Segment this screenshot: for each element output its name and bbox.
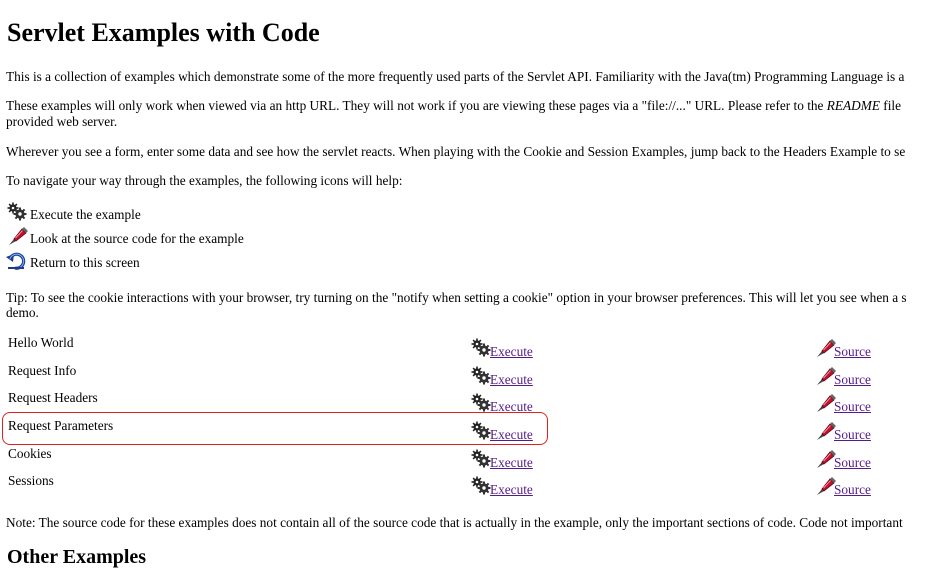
example-name: Hello World — [8, 335, 74, 350]
note-paragraph: Note: The source code for these examples… — [6, 515, 903, 530]
source-link[interactable]: Source — [834, 456, 871, 469]
form-paragraph: Wherever you see a form, enter some data… — [6, 144, 906, 159]
source-cell: Source — [814, 362, 941, 390]
legend-execute: Execute the example — [6, 202, 141, 222]
example-name: Cookies — [8, 445, 52, 461]
example-name: Sessions — [8, 473, 54, 489]
legend-execute-label: Execute the example — [30, 207, 141, 222]
example-name: Request Info — [8, 362, 77, 378]
execute-link[interactable]: Execute — [490, 456, 533, 469]
example-name-cell: Cookies — [6, 445, 470, 473]
example-name-cell: Hello World — [6, 334, 470, 362]
pen-icon[interactable] — [814, 366, 837, 386]
execute-link[interactable]: Execute — [490, 483, 533, 496]
readme-text: README — [826, 98, 880, 113]
execute-cell: Execute — [470, 362, 814, 390]
pen-icon[interactable] — [814, 449, 837, 469]
gear-icon — [6, 202, 28, 222]
gear-icon[interactable] — [470, 476, 492, 496]
http-paragraph: These examples will only work when viewe… — [6, 98, 901, 113]
other-examples-heading: Other Examples — [7, 546, 147, 568]
table-row: Hello World Execute Source — [6, 334, 941, 362]
http-paragraph-tail: file — [883, 98, 901, 113]
table-row: Request Info Execute Source — [6, 362, 941, 390]
execute-cell: Execute — [470, 334, 814, 362]
source-link[interactable]: Source — [834, 373, 871, 386]
highlight-box — [2, 412, 548, 445]
tip-paragraph: Tip: To see the cookie interactions with… — [6, 290, 907, 305]
http-paragraph-text: These examples will only work when viewe… — [6, 98, 824, 113]
legend-source-label: Look at the source code for the example — [30, 231, 244, 246]
return-icon — [4, 250, 28, 271]
pen-icon[interactable] — [814, 476, 837, 496]
legend-return-label: Return to this screen — [30, 255, 140, 270]
gear-icon[interactable] — [470, 366, 492, 386]
gear-icon[interactable] — [470, 393, 492, 413]
pen-icon[interactable] — [814, 421, 837, 441]
page-title: Servlet Examples with Code — [7, 18, 320, 47]
legend-source: Look at the source code for the example — [6, 226, 244, 246]
http-paragraph-line2: provided web server. — [6, 114, 118, 129]
source-cell: Source — [814, 445, 941, 473]
legend-return: Return to this screen — [4, 250, 140, 271]
execute-cell: Execute — [470, 445, 814, 473]
execute-link[interactable]: Execute — [490, 345, 533, 358]
source-link[interactable]: Source — [834, 428, 871, 441]
source-cell: Source — [814, 417, 941, 445]
example-name-cell: Request Info — [6, 362, 470, 390]
execute-link[interactable]: Execute — [490, 373, 533, 386]
pen-icon — [6, 226, 29, 246]
navigate-paragraph: To navigate your way through the example… — [6, 173, 403, 188]
example-name: Request Headers — [8, 390, 98, 406]
source-cell: Source — [814, 389, 941, 417]
table-row: Sessions Execute Source — [6, 472, 941, 500]
source-cell: Source — [814, 334, 941, 362]
pen-icon[interactable] — [814, 338, 837, 358]
source-link[interactable]: Source — [834, 400, 871, 413]
execute-cell: Execute — [470, 472, 814, 500]
example-name-cell: Sessions — [6, 472, 470, 500]
intro-paragraph: This is a collection of examples which d… — [6, 69, 905, 84]
gear-icon[interactable] — [470, 338, 492, 358]
table-row: Cookies Execute Source — [6, 445, 941, 473]
source-cell: Source — [814, 472, 941, 500]
source-link[interactable]: Source — [834, 483, 871, 496]
source-link[interactable]: Source — [834, 345, 871, 358]
gear-icon[interactable] — [470, 449, 492, 469]
tip-paragraph-line2: demo. — [6, 305, 39, 320]
pen-icon[interactable] — [814, 393, 837, 413]
